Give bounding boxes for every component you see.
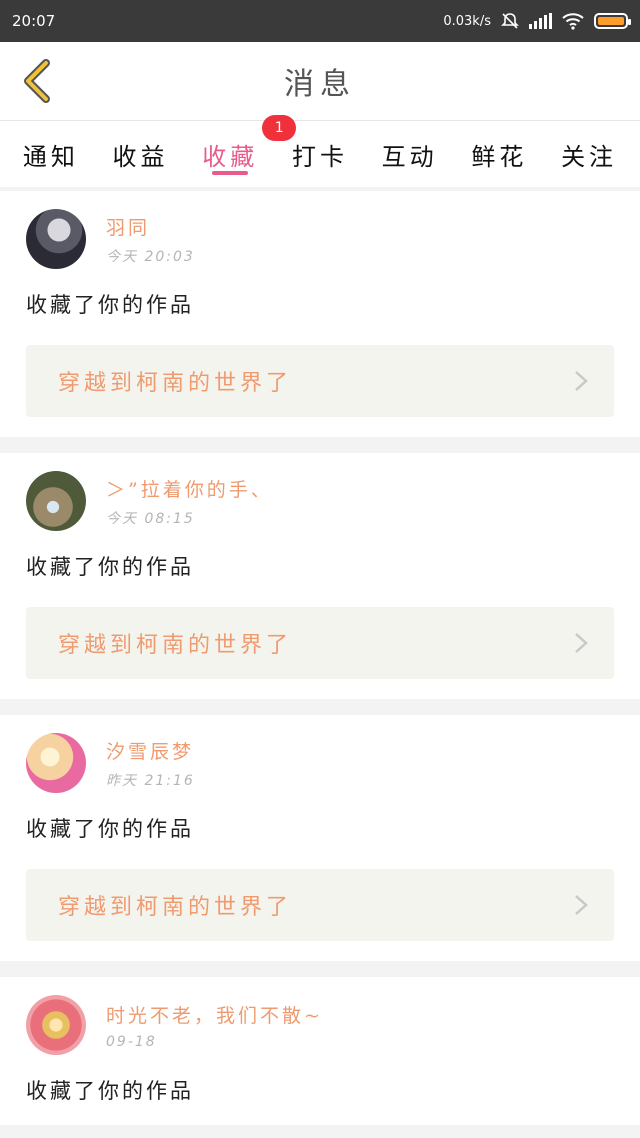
user-row: 汐雪辰梦 昨天 21:16 xyxy=(26,733,614,793)
tab-label: 通知 xyxy=(22,142,79,171)
tab-label: 互动 xyxy=(381,142,438,171)
status-icons: 0.03k/s xyxy=(443,12,631,30)
tab-notifications[interactable]: 通知 xyxy=(23,121,79,187)
work-link[interactable]: 穿越到柯南的世界了 xyxy=(26,345,614,417)
timestamp: 09-18 xyxy=(106,1033,157,1050)
tab-label: 收藏 xyxy=(202,142,259,171)
action-text: 收藏了你的作品 xyxy=(26,1079,194,1103)
user-row: 时光不老，我们不散~ 09-18 xyxy=(26,995,614,1055)
status-bar: 20:07 0.03k/s xyxy=(0,0,640,42)
work-title: 穿越到柯南的世界了 xyxy=(58,371,293,396)
user-row: 羽同 今天 20:03 xyxy=(26,209,614,269)
timestamp: 今天 08:15 xyxy=(106,510,195,527)
battery-icon xyxy=(594,13,631,29)
avatar[interactable] xyxy=(26,733,86,793)
wifi-icon xyxy=(562,13,584,30)
tab-checkin[interactable]: 打卡 xyxy=(292,121,348,187)
tab-follows[interactable]: 关注 xyxy=(561,121,617,187)
tab-label: 鲜花 xyxy=(471,142,528,171)
tab-earnings[interactable]: 收益 xyxy=(113,121,169,187)
username[interactable]: 时光不老，我们不散~ xyxy=(106,1001,323,1028)
tab-bar: 通知 收益 收藏 1 打卡 互动 鲜花 关注 xyxy=(0,115,640,187)
username[interactable]: 汐雪辰梦 xyxy=(106,737,195,764)
chevron-right-icon xyxy=(575,895,588,915)
user-meta: 时光不老，我们不散~ 09-18 xyxy=(106,1001,323,1050)
bell-muted-icon xyxy=(501,13,519,29)
work-title: 穿越到柯南的世界了 xyxy=(58,633,293,658)
tab-label: 收益 xyxy=(112,142,169,171)
action-text: 收藏了你的作品 xyxy=(26,817,194,841)
chevron-right-icon xyxy=(575,371,588,391)
tab-interactions[interactable]: 互动 xyxy=(382,121,438,187)
user-meta: ＞”拉着你的手、 今天 08:15 xyxy=(106,475,273,528)
signal-icon xyxy=(529,13,552,29)
timestamp: 今天 20:03 xyxy=(106,248,195,265)
message-card: ＞”拉着你的手、 今天 08:15 收藏了你的作品 穿越到柯南的世界了 xyxy=(0,453,640,699)
username[interactable]: ＞”拉着你的手、 xyxy=(106,475,273,502)
message-card: 汐雪辰梦 昨天 21:16 收藏了你的作品 穿越到柯南的世界了 xyxy=(0,715,640,961)
username[interactable]: 羽同 xyxy=(106,213,195,240)
user-row: ＞”拉着你的手、 今天 08:15 xyxy=(26,471,614,531)
work-link[interactable]: 穿越到柯南的世界了 xyxy=(26,607,614,679)
chevron-right-icon xyxy=(575,633,588,653)
work-title: 穿越到柯南的世界了 xyxy=(58,895,293,920)
status-time: 20:07 xyxy=(12,12,56,30)
network-speed: 0.03k/s xyxy=(443,13,491,29)
timestamp: 昨天 21:16 xyxy=(106,772,195,789)
tab-favorites[interactable]: 收藏 1 xyxy=(202,115,297,187)
tab-flowers[interactable]: 鲜花 xyxy=(471,121,527,187)
avatar[interactable] xyxy=(26,471,86,531)
action-text: 收藏了你的作品 xyxy=(26,293,194,317)
message-card: 时光不老，我们不散~ 09-18 收藏了你的作品 xyxy=(0,977,640,1125)
avatar[interactable] xyxy=(26,995,86,1055)
tab-label: 打卡 xyxy=(291,142,348,171)
user-meta: 羽同 今天 20:03 xyxy=(106,213,195,266)
chevron-left-icon[interactable] xyxy=(18,59,58,103)
message-list: 羽同 今天 20:03 收藏了你的作品 穿越到柯南的世界了 ＞”拉着你的手、 今… xyxy=(0,191,640,1125)
tab-label: 关注 xyxy=(561,142,618,171)
action-text: 收藏了你的作品 xyxy=(26,555,194,579)
app-header: 消息 xyxy=(0,42,640,121)
user-meta: 汐雪辰梦 昨天 21:16 xyxy=(106,737,195,790)
work-link[interactable]: 穿越到柯南的世界了 xyxy=(26,869,614,941)
message-card: 羽同 今天 20:03 收藏了你的作品 穿越到柯南的世界了 xyxy=(0,191,640,437)
page-title: 消息 xyxy=(284,67,356,102)
avatar[interactable] xyxy=(26,209,86,269)
